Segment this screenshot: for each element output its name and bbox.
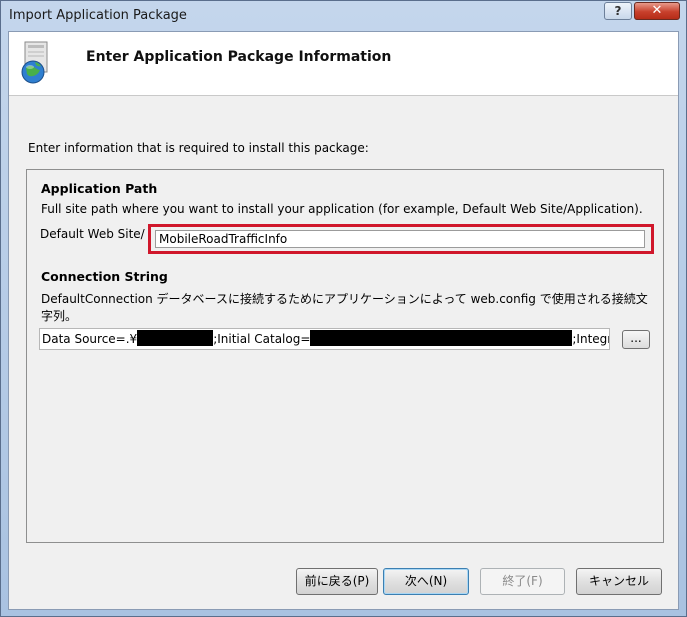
dialog-body: Enter Application Package Information En…: [8, 31, 679, 610]
conn-part-integrated: ;Integra: [572, 332, 609, 346]
import-package-dialog: Import Application Package ? ✕ Enter App…: [0, 0, 687, 617]
path-highlight-box: [148, 224, 654, 254]
title-bar[interactable]: Import Application Package ? ✕: [1, 1, 686, 31]
close-button[interactable]: ✕: [634, 2, 680, 20]
redacted-block: [137, 330, 214, 346]
finish-button[interactable]: 終了(F): [480, 568, 565, 595]
package-globe-icon: [21, 41, 48, 84]
parameters-panel: Application Path Full site path where yo…: [26, 169, 664, 543]
connection-string-description: DefaultConnection データベースに接続するためにアプリケーション…: [41, 292, 648, 323]
browse-connection-button[interactable]: ...: [622, 330, 650, 349]
next-button[interactable]: 次へ(N): [383, 568, 469, 595]
application-path-input[interactable]: [155, 230, 645, 248]
conn-part-data-source: Data Source=.¥: [42, 332, 138, 346]
connection-string-input[interactable]: Data Source=.¥ ;Initial Catalog= ;Integra: [39, 328, 610, 350]
intro-text: Enter information that is required to in…: [28, 141, 369, 155]
conn-part-catalog: ;Initial Catalog=: [213, 332, 311, 346]
cancel-button[interactable]: キャンセル: [576, 568, 662, 595]
default-web-site-label: Default Web Site/: [40, 227, 145, 241]
wizard-header: Enter Application Package Information: [9, 32, 678, 96]
back-button[interactable]: 前に戻る(P): [296, 568, 378, 595]
help-button[interactable]: ?: [604, 2, 632, 20]
redacted-block: [310, 330, 573, 346]
application-path-description: Full site path where you want to install…: [41, 202, 643, 216]
application-path-title: Application Path: [41, 181, 158, 196]
connection-string-title: Connection String: [41, 269, 168, 284]
page-title: Enter Application Package Information: [86, 49, 392, 65]
window-title: Import Application Package: [9, 8, 187, 23]
